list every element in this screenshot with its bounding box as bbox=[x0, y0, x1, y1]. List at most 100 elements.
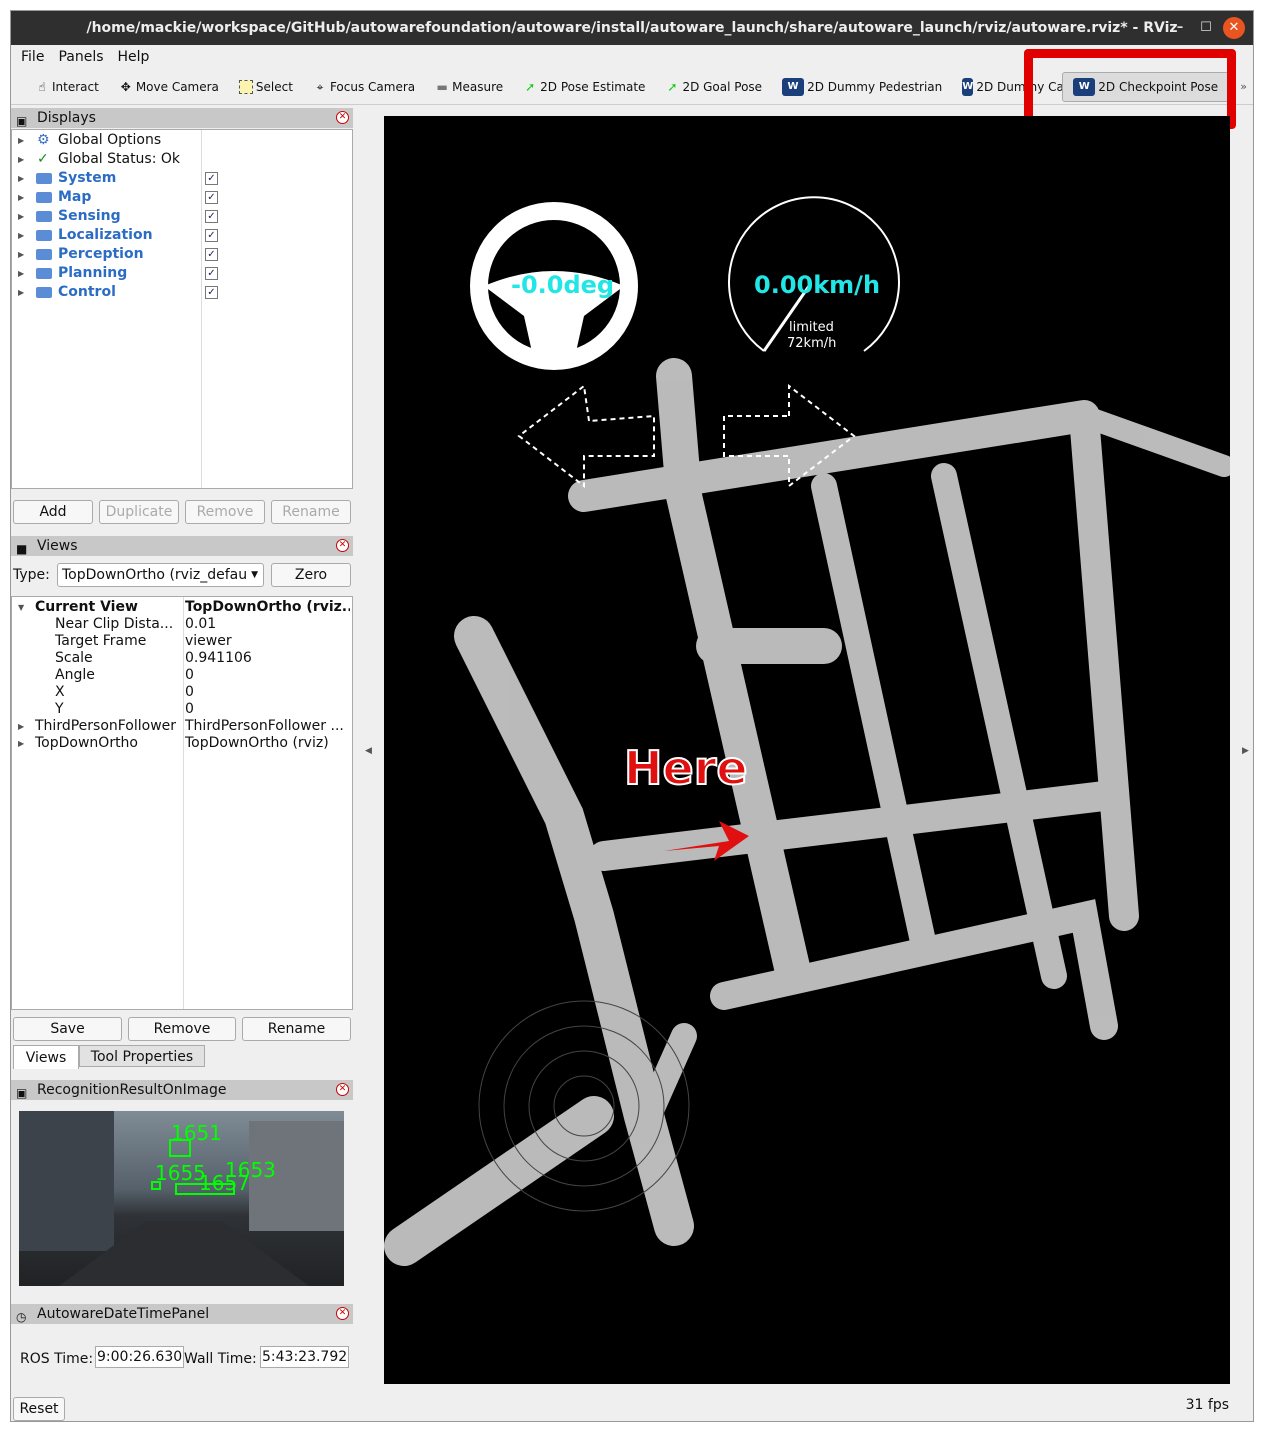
rename-view-button[interactable]: Rename bbox=[242, 1017, 351, 1041]
panel-close-button[interactable]: ✕ bbox=[336, 111, 349, 124]
steering-angle-readout: -0.0deg bbox=[511, 271, 615, 299]
view-property-row[interactable]: Scale 0.941106 bbox=[12, 650, 352, 667]
property-value: 0.941106 bbox=[185, 650, 252, 666]
tab-views[interactable]: Views bbox=[13, 1045, 79, 1069]
tab-tool-properties[interactable]: Tool Properties bbox=[79, 1045, 205, 1067]
tool-2d-pose-estimate[interactable]: ➚ 2D Pose Estimate bbox=[513, 72, 655, 102]
display-checkbox[interactable]: ✓ bbox=[205, 172, 218, 185]
expand-arrow-icon[interactable]: ▶ bbox=[18, 735, 24, 752]
tool-focus-camera[interactable]: ⌖ Focus Camera bbox=[303, 72, 425, 102]
panel-close-button[interactable]: ✕ bbox=[336, 539, 349, 552]
display-item[interactable]: ▶ Planning ✓ bbox=[12, 264, 352, 283]
expand-arrow-icon[interactable]: ▶ bbox=[18, 718, 24, 735]
folder-icon bbox=[36, 211, 52, 222]
display-label: Global Options bbox=[58, 132, 162, 148]
expand-arrow-icon[interactable]: ▶ bbox=[18, 150, 24, 169]
speed-limit-label: limited bbox=[789, 320, 834, 335]
display-item[interactable]: ▶ Map ✓ bbox=[12, 188, 352, 207]
view-property-row[interactable]: Y0 bbox=[12, 701, 352, 718]
view-property-row[interactable]: Angle 0 bbox=[12, 667, 352, 684]
expand-arrow-icon[interactable]: ▶ bbox=[18, 169, 24, 188]
folder-icon bbox=[36, 192, 52, 203]
collapse-left-handle[interactable]: ◀ bbox=[365, 746, 372, 756]
expand-arrow-icon[interactable]: ▶ bbox=[18, 131, 24, 150]
view-property-row[interactable]: Target Frame viewer bbox=[12, 633, 352, 650]
3d-render-view[interactable]: -0.0deg 0.00km/h limited 72km/h Here bbox=[384, 116, 1230, 1384]
tool-2d-dummy-pedestrian[interactable]: W 2D Dummy Pedestrian bbox=[772, 72, 952, 102]
monitor-icon: ▣ bbox=[16, 114, 28, 128]
property-name: Current View bbox=[35, 599, 138, 615]
camera-image: 1651 1655 1653 1657 bbox=[19, 1111, 344, 1286]
expand-arrow-icon[interactable]: ▼ bbox=[18, 599, 24, 616]
ros-time-field[interactable]: 9:00:26.630 bbox=[95, 1346, 185, 1368]
remove-button[interactable]: Remove bbox=[185, 500, 265, 524]
expand-arrow-icon[interactable]: ▶ bbox=[18, 245, 24, 264]
clock-icon: ◷ bbox=[16, 1310, 27, 1324]
displays-tree: ▶ ⚙ Global Options ▶ ✓ Global Status: Ok ▶ Syst… bbox=[11, 129, 353, 489]
wall-time-field[interactable]: 5:43:23.792 bbox=[260, 1346, 350, 1368]
tool-measure[interactable]: ▬ Measure bbox=[425, 72, 513, 102]
display-checkbox[interactable]: ✓ bbox=[205, 229, 218, 242]
folder-icon bbox=[36, 268, 52, 279]
property-value: 0 bbox=[185, 684, 194, 700]
expand-arrow-icon[interactable]: ▶ bbox=[18, 207, 24, 226]
display-item[interactable]: ▶ ⚙ Global Options bbox=[12, 131, 352, 150]
collapse-right-handle[interactable]: ▶ bbox=[1242, 746, 1249, 756]
close-button[interactable]: ✕ bbox=[1223, 17, 1245, 39]
menu-panels[interactable]: Panels bbox=[58, 45, 103, 69]
maximize-button[interactable]: ☐ bbox=[1195, 17, 1217, 39]
display-label: Localization bbox=[58, 227, 153, 243]
tool-2d-goal-pose[interactable]: ➚ 2D Goal Pose bbox=[655, 72, 772, 102]
image-icon: ▣ bbox=[16, 1086, 28, 1100]
duplicate-button[interactable]: Duplicate bbox=[99, 500, 179, 524]
folder-icon bbox=[36, 287, 52, 298]
property-name: Angle bbox=[55, 667, 95, 683]
display-item[interactable]: ▶ Sensing ✓ bbox=[12, 207, 352, 226]
display-checkbox[interactable]: ✓ bbox=[205, 191, 218, 204]
property-value: 0.01 bbox=[185, 616, 217, 632]
view-property-row[interactable]: ▶ TopDownOrtho TopDownOrtho (rviz) bbox=[12, 735, 352, 752]
hand-icon: ☝ bbox=[38, 79, 46, 94]
tool-move-camera[interactable]: ✥ Move Camera bbox=[109, 72, 229, 102]
reset-button[interactable]: Reset bbox=[13, 1397, 65, 1421]
panel-close-button[interactable]: ✕ bbox=[336, 1307, 349, 1320]
view-property-row[interactable]: X0 bbox=[12, 684, 352, 701]
zero-button[interactable]: Zero bbox=[271, 563, 351, 587]
menu-file[interactable]: File bbox=[21, 45, 44, 69]
expand-arrow-icon[interactable]: ▶ bbox=[18, 264, 24, 283]
display-item[interactable]: ▶ ✓ Global Status: Ok bbox=[12, 150, 352, 169]
tool-label: 2D Pose Estimate bbox=[540, 79, 646, 94]
display-label: Perception bbox=[58, 246, 144, 262]
add-button[interactable]: Add bbox=[13, 500, 93, 524]
view-property-row[interactable]: ▶ ThirdPersonFollower ThirdPersonFollower … bbox=[12, 718, 352, 735]
remove-view-button[interactable]: Remove bbox=[128, 1017, 236, 1041]
menu-help[interactable]: Help bbox=[118, 45, 150, 69]
panel-close-button[interactable]: ✕ bbox=[336, 1083, 349, 1096]
object-id: 1651 bbox=[171, 1121, 222, 1145]
display-item[interactable]: ▶ Perception ✓ bbox=[12, 245, 352, 264]
display-item[interactable]: ▶ System ✓ bbox=[12, 169, 352, 188]
display-checkbox[interactable]: ✓ bbox=[205, 248, 218, 261]
toolbar-overflow-button[interactable]: » bbox=[1240, 80, 1247, 93]
gear-icon: ⚙ bbox=[37, 132, 50, 148]
display-item[interactable]: ▶ Localization ✓ bbox=[12, 226, 352, 245]
speed-readout: 0.00km/h bbox=[754, 271, 881, 299]
view-property-row[interactable]: ▼ Current View TopDownOrtho (rviz... bbox=[12, 599, 352, 616]
expand-arrow-icon[interactable]: ▶ bbox=[18, 283, 24, 302]
tool-label: Measure bbox=[452, 79, 504, 94]
expand-arrow-icon[interactable]: ▶ bbox=[18, 226, 24, 245]
view-type-select[interactable]: TopDownOrtho (rviz_defau ▼ bbox=[57, 563, 264, 587]
display-checkbox[interactable]: ✓ bbox=[205, 286, 218, 299]
display-checkbox[interactable]: ✓ bbox=[205, 210, 218, 223]
display-item[interactable]: ▶ Control ✓ bbox=[12, 283, 352, 302]
property-value: viewer bbox=[185, 633, 232, 649]
tool-interact[interactable]: ☝ Interact bbox=[25, 72, 109, 102]
expand-arrow-icon[interactable]: ▶ bbox=[18, 188, 24, 207]
rename-button[interactable]: Rename bbox=[271, 500, 351, 524]
save-view-button[interactable]: Save bbox=[13, 1017, 122, 1041]
minimize-button[interactable]: – bbox=[1169, 17, 1191, 39]
display-checkbox[interactable]: ✓ bbox=[205, 267, 218, 280]
view-property-row[interactable]: Near Clip Dista... 0.01 bbox=[12, 616, 352, 633]
tool-select[interactable]: Select bbox=[229, 72, 303, 102]
select-icon bbox=[238, 79, 253, 94]
